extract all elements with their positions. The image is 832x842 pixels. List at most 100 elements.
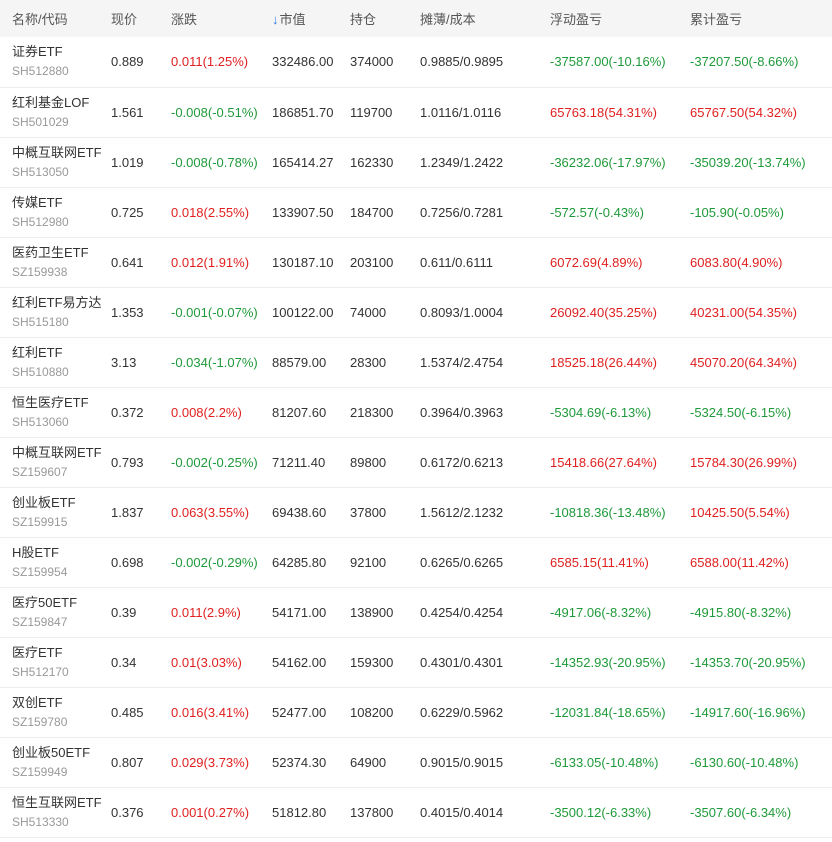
cell-change: -0.002(-0.25%) [171,454,258,470]
header-market-value-label: 市值 [279,12,306,27]
table-row[interactable]: 红利ETF SH510880 3.13 -0.034(-1.07%) 88579.00 2… [0,337,832,387]
cell-position: 159300 [350,654,394,670]
header-price[interactable]: 现价 [111,0,171,37]
cell-market-value: 71211.40 [272,454,326,470]
cell-float-pl: -572.57(-0.43%) [550,204,644,220]
fund-name[interactable]: 创业板50ETF [12,744,111,761]
fund-name[interactable]: 中概互联网ETF [12,144,111,161]
cell-position: 89800 [350,454,387,470]
cell-name-code: 传媒ETF SH512980 [0,187,111,237]
table-row[interactable]: 医疗50ETF SZ159847 0.39 0.011(2.9%) 54171.00 13… [0,587,832,637]
fund-name[interactable]: 医疗50ETF [12,594,111,611]
table-row[interactable]: 恒生互联网ETF SH513330 0.376 0.001(0.27%) 51812.8… [0,787,832,837]
fund-name[interactable]: 医疗ETF [12,644,111,661]
cell-cum-pl: -6130.60(-10.48%) [690,754,799,770]
cell-position: 28300 [350,354,387,370]
cell-name-code: 红利基金LOF SH501029 [0,87,111,137]
cell-cum-pl: 40231.00(54.35%) [690,304,797,320]
fund-name[interactable]: 证券ETF [12,43,111,60]
fund-code: SH512880 [12,64,69,79]
cell-market-value: 165414.27 [272,154,334,170]
cell-change: -0.008(-0.51%) [171,104,258,120]
cell-name-code: 医药卫生ETF SZ159938 [0,237,111,287]
header-cost[interactable]: 摊薄/成本 [420,0,550,37]
cell-change: 0.011(1.25%) [171,54,249,70]
cell-market-value: 81207.60 [272,404,327,420]
fund-name[interactable]: 创业板ETF [12,494,111,511]
fund-name[interactable]: 医药卫生ETF [12,244,111,261]
cell-change: -0.002(-0.29%) [171,554,258,570]
cell-cum-pl: 15784.30(26.99%) [690,454,797,470]
cell-position: 137800 [350,804,394,820]
fund-code: SZ159938 [12,264,68,279]
fund-name[interactable]: 传媒ETF [12,194,111,211]
cell-price: 0.372 [111,404,144,420]
fund-name[interactable]: 恒生互联网ETF [12,794,111,811]
fund-name[interactable]: H股ETF [12,544,111,561]
cell-position: 108200 [350,704,394,720]
cell-cost: 1.5374/2.4754 [420,354,504,370]
table-row[interactable]: 双创ETF SZ159780 0.485 0.016(3.41%) 52477.00 10… [0,687,832,737]
header-cum-pl[interactable]: 累计盈亏 [690,0,832,37]
cell-cum-pl: 65767.50(54.32%) [690,104,797,120]
cell-cost: 0.8093/1.0004 [420,304,504,320]
cell-cum-pl: -14917.60(-16.96%) [690,704,806,720]
fund-code: SZ159847 [12,614,68,629]
table-row[interactable]: 创业板50ETF SZ159949 0.807 0.029(3.73%) 52374.3… [0,737,832,787]
cell-change: -0.034(-1.07%) [171,354,258,370]
cell-change: 0.008(2.2%) [171,404,242,420]
cell-cum-pl: -3507.60(-6.34%) [690,804,792,820]
cell-cum-pl: 6588.00(11.42%) [690,554,789,570]
fund-code: SH512170 [12,664,69,679]
cell-market-value: 133907.50 [272,204,334,220]
cell-cum-pl: -37207.50(-8.66%) [690,54,799,70]
cell-cost: 1.5612/2.1232 [420,504,504,520]
fund-name[interactable]: 双创ETF [12,694,111,711]
cell-change: 0.029(3.73%) [171,754,250,770]
fund-name[interactable]: 红利ETF [12,344,111,361]
fund-code: SH513060 [12,414,69,429]
table-row[interactable]: 中概互联网ETF SH513050 1.019 -0.008(-0.78%) 16541… [0,137,832,187]
table-row[interactable]: 中概互联网ETF SZ159607 0.793 -0.002(-0.25%) 71211… [0,437,832,487]
fund-name[interactable]: 恒生医疗ETF [12,394,111,411]
fund-name[interactable]: 红利基金LOF [12,94,111,111]
cell-name-code: 证券ETF SH512880 [0,37,111,87]
table-row[interactable]: 恒生医疗ETF SH513060 0.372 0.008(2.2%) 81207.60 2… [0,387,832,437]
header-name-code[interactable]: 名称/代码 [0,0,111,37]
holdings-table: 名称/代码 现价 涨跌 ↓市值 持仓 摊薄/成本 浮动盈亏 累计盈亏 证券ETF… [0,0,832,838]
cell-float-pl: 6072.69(4.89%) [550,254,643,270]
table-row[interactable]: 创业板ETF SZ159915 1.837 0.063(3.55%) 69438.60 3… [0,487,832,537]
fund-name[interactable]: 红利ETF易方达 [12,294,111,311]
cell-market-value: 69438.60 [272,504,327,520]
cell-price: 3.13 [111,354,137,370]
cell-cost: 0.4254/0.4254 [420,604,504,620]
cell-float-pl: -6133.05(-10.48%) [550,754,659,770]
header-position[interactable]: 持仓 [350,0,420,37]
cell-name-code: 恒生互联网ETF SH513330 [0,787,111,837]
table-row[interactable]: 证券ETF SH512880 0.889 0.011(1.25%) 332486.00 3… [0,37,832,87]
header-float-pl[interactable]: 浮动盈亏 [550,0,690,37]
table-row[interactable]: 医疗ETF SH512170 0.34 0.01(3.03%) 54162.00 1593… [0,637,832,687]
cell-float-pl: 15418.66(27.64%) [550,454,657,470]
cell-float-pl: -12031.84(-18.65%) [550,704,666,720]
header-market-value[interactable]: ↓市值 [272,0,350,37]
cell-name-code: H股ETF SZ159954 [0,537,111,587]
table-row[interactable]: 传媒ETF SH512980 0.725 0.018(2.55%) 133907.50 1… [0,187,832,237]
cell-market-value: 332486.00 [272,54,334,70]
fund-code: SH512980 [12,214,69,229]
cell-name-code: 红利ETF SH510880 [0,337,111,387]
table-row[interactable]: 医药卫生ETF SZ159938 0.641 0.012(1.91%) 130187.1… [0,237,832,287]
cell-cum-pl: -35039.20(-13.74%) [690,154,806,170]
fund-name[interactable]: 中概互联网ETF [12,444,111,461]
cell-cost: 1.0116/1.0116 [420,104,502,120]
fund-code: SH513330 [12,814,69,829]
cell-market-value: 54171.00 [272,604,327,620]
cell-name-code: 中概互联网ETF SH513050 [0,137,111,187]
cell-position: 203100 [350,254,394,270]
cell-cum-pl: -5324.50(-6.15%) [690,404,792,420]
table-row[interactable]: 红利ETF易方达 SH515180 1.353 -0.001(-0.07%) 10012… [0,287,832,337]
header-change[interactable]: 涨跌 [171,0,272,37]
table-row[interactable]: 红利基金LOF SH501029 1.561 -0.008(-0.51%) 186851… [0,87,832,137]
cell-price: 0.807 [111,754,144,770]
table-row[interactable]: H股ETF SZ159954 0.698 -0.002(-0.29%) 64285.80… [0,537,832,587]
